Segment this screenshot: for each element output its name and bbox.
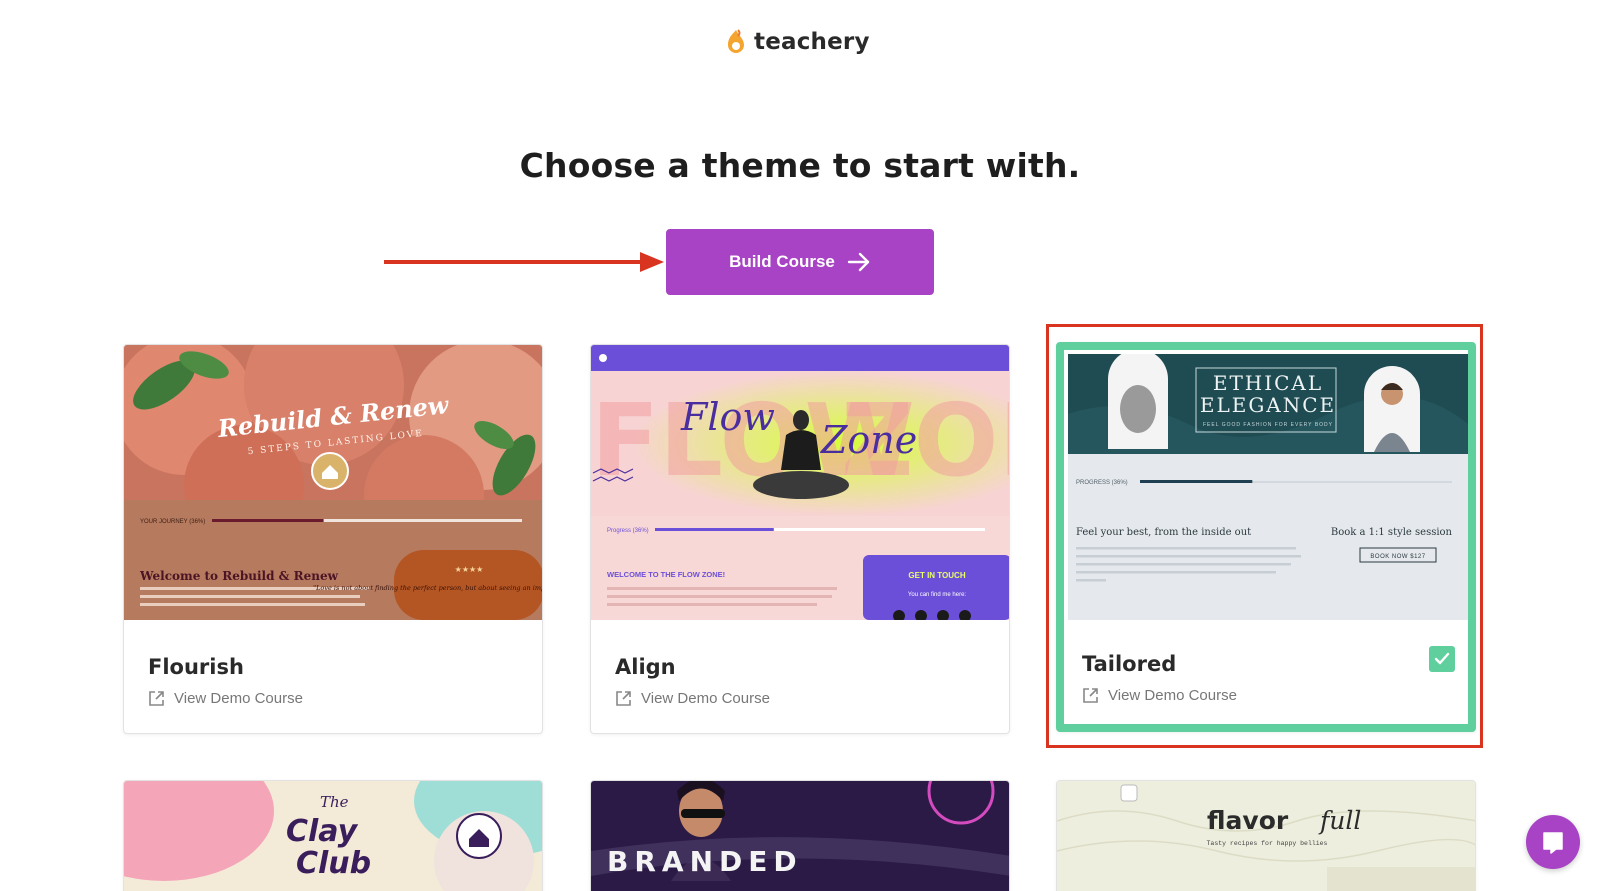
- annotation-arrow-icon: [384, 252, 664, 272]
- theme-picker-page: teachery Choose a theme to start with. B…: [0, 0, 1600, 891]
- flourish-quote: "Love is not about finding the perfect p…: [313, 584, 543, 592]
- align-cta-sub: You can find me here:: [908, 592, 966, 598]
- build-course-label: Build Course: [729, 252, 835, 271]
- clay-title-a: The: [320, 793, 349, 811]
- chat-bubble-icon: [1543, 832, 1563, 854]
- annotation-highlight-frame: [1046, 324, 1483, 748]
- branded-title: BRANDED: [607, 845, 803, 878]
- external-link-icon: [149, 691, 164, 706]
- align-preview-title-a: Flow: [680, 395, 775, 439]
- align-progress-fill: [655, 528, 774, 531]
- page-title: Choose a theme to start with.: [519, 146, 1081, 185]
- flourish-progress-label: YOUR JOURNEY (36%): [140, 519, 205, 525]
- align-cta: GET IN TOUCH: [908, 571, 965, 580]
- flourish-welcome: Welcome to Rebuild & Renew: [139, 569, 339, 583]
- brand-name: teachery: [754, 29, 870, 55]
- theme-card-flourish[interactable]: Rebuild & Renew 5 STEPS TO LASTING LOVE …: [123, 344, 543, 734]
- theme-card-flavorfull[interactable]: flavor full Tasty recipes for happy bell…: [1056, 780, 1476, 891]
- view-demo-link-align[interactable]: View Demo Course: [615, 690, 770, 707]
- theme-card-branded[interactable]: BRANDED: [590, 780, 1010, 891]
- external-link-icon: [616, 691, 631, 706]
- build-course-button[interactable]: Build Course: [666, 229, 934, 295]
- flavor-title-a: flavor: [1207, 806, 1289, 835]
- flavor-title-b: full: [1318, 806, 1361, 835]
- flame-logo-icon: [728, 29, 744, 53]
- align-progress-label: Progress (36%): [607, 528, 649, 534]
- theme-card-clay-club[interactable]: The Clay Club: [123, 780, 543, 891]
- theme-preview-clay-club: The Clay Club: [124, 781, 542, 891]
- theme-preview-flourish: Rebuild & Renew 5 STEPS TO LASTING LOVE …: [124, 345, 543, 620]
- align-preview-title-b: Zone: [820, 418, 917, 462]
- clay-title-c: Club: [296, 846, 371, 881]
- arrow-right-icon: [847, 252, 870, 272]
- theme-name: Flourish: [148, 655, 244, 679]
- flavor-tagline: Tasty recipes for happy bellies: [1207, 840, 1328, 847]
- view-demo-label: View Demo Course: [641, 690, 770, 707]
- theme-name: Align: [615, 655, 676, 679]
- align-welcome: WELCOME TO THE FLOW ZONE!: [607, 570, 725, 579]
- theme-preview-flavorfull: flavor full Tasty recipes for happy bell…: [1057, 781, 1475, 891]
- flourish-progress-fill: [212, 519, 324, 522]
- theme-card-align[interactable]: FLOW ZONE Flow Zone Progress (36%) WELCO…: [590, 344, 1010, 734]
- svg-text:★★★★: ★★★★: [455, 565, 484, 574]
- view-demo-link-flourish[interactable]: View Demo Course: [148, 690, 303, 707]
- clay-title-b: Clay: [286, 814, 359, 849]
- teachery-logo[interactable]: teachery: [724, 28, 870, 56]
- theme-preview-branded: BRANDED: [591, 781, 1009, 891]
- view-demo-label: View Demo Course: [174, 690, 303, 707]
- theme-preview-align: FLOW ZONE Flow Zone Progress (36%) WELCO…: [591, 345, 1009, 620]
- chat-launcher-button[interactable]: [1526, 815, 1580, 869]
